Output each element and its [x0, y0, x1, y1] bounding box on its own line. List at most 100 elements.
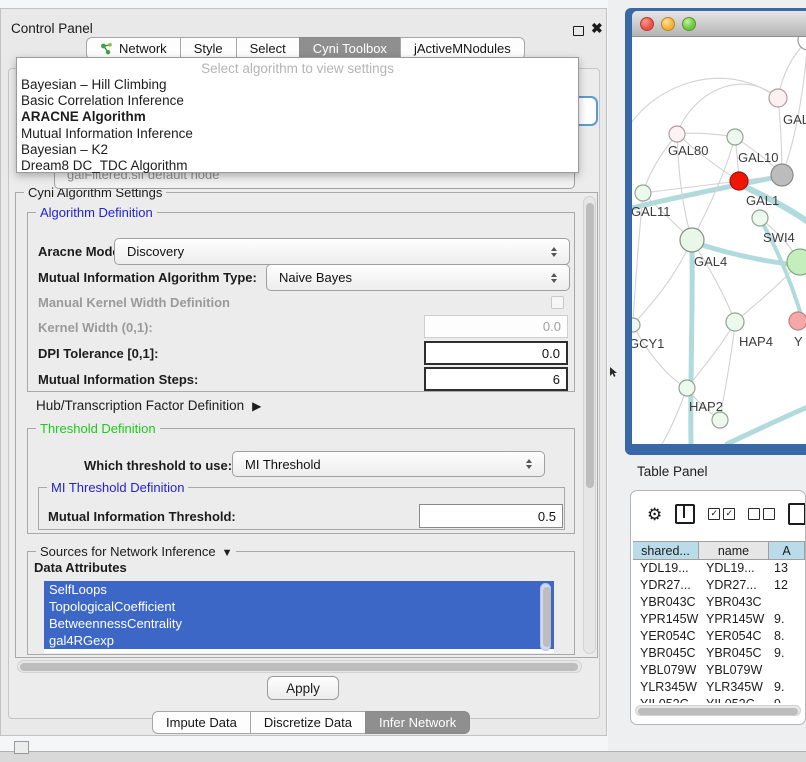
- table-row[interactable]: YER054CYER054C8.: [633, 628, 805, 645]
- table-hscrollbar-thumb[interactable]: [638, 708, 798, 715]
- threshold-definition-title: Threshold Definition: [36, 421, 160, 436]
- table-cell: YDL19...: [633, 560, 699, 577]
- network-node-gal1[interactable]: [730, 172, 748, 190]
- network-node-gal4[interactable]: [680, 228, 704, 252]
- table-row[interactable]: YIL052CYIL052C9: [633, 696, 805, 703]
- table-row[interactable]: YBR043CYBR043C: [633, 594, 805, 611]
- tab-label: Select: [250, 41, 286, 56]
- column-header-name[interactable]: name: [699, 542, 769, 559]
- tab-label: Infer Network: [379, 715, 456, 730]
- network-window-titlebar[interactable]: [632, 11, 806, 37]
- tab-label: Style: [194, 41, 223, 56]
- attribute-topologicalcoefficient[interactable]: TopologicalCoefficient: [44, 598, 554, 615]
- data-attributes-list[interactable]: SelfLoopsTopologicalCoefficientBetweenne…: [44, 581, 554, 653]
- combo-spinner-icon: [551, 273, 557, 283]
- table-row[interactable]: YBL079WYBL079W: [633, 662, 805, 679]
- node-label-gal1: GAL1: [746, 193, 779, 208]
- network-canvas[interactable]: GALGAL80GAL10GAL1GAL11SWI4GAL4GCY1HAP4YH…: [632, 37, 806, 444]
- table-cell: YPR145W: [699, 611, 769, 628]
- network-node-gal10[interactable]: [727, 129, 743, 145]
- gear-icon[interactable]: ⚙: [647, 506, 662, 523]
- table-export-icon[interactable]: [788, 503, 806, 525]
- mi-threshold-field[interactable]: [419, 504, 563, 528]
- attribute-gal4rgexp[interactable]: gal4RGexp: [44, 632, 554, 649]
- table-rows: YDL19...YDL19...13YDR27...YDR27...12YBR0…: [633, 560, 805, 703]
- select-all-checks-icon[interactable]: ✓✓: [708, 508, 735, 520]
- dropdown-item-aracne-algorithm[interactable]: ARACNE Algorithm: [17, 109, 578, 125]
- node-label-gal10: GAL10: [738, 150, 778, 165]
- dropdown-item-dream8-dc-tdc-algorithm[interactable]: Dream8 DC_TDC Algorithm: [17, 158, 578, 174]
- close-icon[interactable]: ✖: [591, 20, 603, 37]
- network-node-hap2[interactable]: [679, 380, 695, 396]
- close-traffic-light[interactable]: [640, 17, 654, 31]
- attributes-list-scrollbar[interactable]: [540, 583, 551, 651]
- collapse-down-icon[interactable]: ▼: [222, 547, 233, 559]
- table-horizontal-scrollbar[interactable]: [635, 705, 801, 716]
- network-node-gal80[interactable]: [669, 126, 685, 142]
- network-node-gal11[interactable]: [635, 185, 651, 201]
- network-nodes: GALGAL80GAL10GAL1GAL11SWI4GAL4GCY1HAP4YH…: [632, 37, 806, 428]
- column-header-a[interactable]: A: [769, 542, 805, 559]
- network-node-gcy1[interactable]: [632, 318, 640, 332]
- sources-title[interactable]: Sources for Network Inference▼: [36, 544, 236, 561]
- minimize-traffic-light[interactable]: [661, 17, 675, 31]
- dpi-tolerance-field[interactable]: [424, 341, 568, 365]
- kernel-width-label: Kernel Width (0,1):: [38, 320, 153, 335]
- table-row[interactable]: YDL19...YDL19...13: [633, 560, 805, 577]
- dropdown-item-basic-correlation-inference[interactable]: Basic Correlation Inference: [17, 93, 578, 109]
- dpi-tolerance-label: DPI Tolerance [0,1]:: [38, 346, 158, 361]
- manual-kernel-width-checkbox[interactable]: [551, 296, 564, 309]
- dropdown-item-bayesian-k2[interactable]: Bayesian – K2: [17, 142, 578, 158]
- aracne-mode-value: Discovery: [127, 244, 184, 259]
- minimized-panel-icon[interactable]: [14, 741, 29, 754]
- network-node-gal[interactable]: [769, 89, 787, 107]
- tab-impute-data[interactable]: Impute Data: [152, 711, 251, 734]
- table-row[interactable]: YDR27...YDR27...12: [633, 577, 805, 594]
- network-node[interactable]: [771, 164, 793, 186]
- bottom-strip: [0, 751, 806, 762]
- dropdown-item-bayesian-hill-climbing[interactable]: Bayesian – Hill Climbing: [17, 77, 578, 93]
- network-node[interactable]: [798, 37, 806, 50]
- zoom-traffic-light[interactable]: [682, 17, 696, 31]
- network-icon: [100, 42, 113, 55]
- settings-hscrollbar-thumb[interactable]: [20, 663, 578, 671]
- table-cell: YIL052C: [633, 696, 699, 703]
- attribute-selfloops[interactable]: SelfLoops: [44, 581, 554, 598]
- kernel-width-field[interactable]: [424, 315, 568, 338]
- tab-discretize-data[interactable]: Discretize Data: [250, 711, 366, 734]
- attribute-betweennesscentrality[interactable]: BetweennessCentrality: [44, 615, 554, 632]
- mi-steps-field[interactable]: [424, 367, 568, 391]
- aracne-mode-combo[interactable]: Discovery: [114, 238, 570, 265]
- table-cell: YBL079W: [633, 662, 699, 679]
- data-attributes-label: Data Attributes: [34, 560, 127, 575]
- which-threshold-combo[interactable]: MI Threshold: [232, 451, 545, 477]
- table-header-row: shared...nameA: [633, 541, 805, 560]
- mi-algorithm-type-combo[interactable]: Naive Bayes: [266, 264, 570, 291]
- apply-button[interactable]: Apply: [267, 676, 339, 700]
- network-node-swi4[interactable]: [752, 210, 768, 226]
- tab-infer-network[interactable]: Infer Network: [365, 711, 470, 734]
- float-window-icon[interactable]: [573, 26, 584, 36]
- table-row[interactable]: YBR045CYBR045C9.: [633, 645, 805, 662]
- settings-horizontal-scrollbar[interactable]: [17, 660, 582, 673]
- network-node-y[interactable]: [789, 312, 806, 330]
- column-header-shared[interactable]: shared...: [633, 542, 699, 559]
- attributes-scrollbar-thumb[interactable]: [543, 587, 551, 647]
- columns-icon[interactable]: [675, 504, 695, 524]
- table-cell: YBR043C: [699, 594, 769, 611]
- network-node[interactable]: [787, 249, 806, 275]
- deselect-all-checks-icon[interactable]: [748, 508, 775, 520]
- network-node-hap4[interactable]: [726, 313, 744, 331]
- settings-scrollbar-thumb[interactable]: [586, 203, 594, 488]
- table-cell: YDR27...: [633, 577, 699, 594]
- dropdown-item-mutual-information-inference[interactable]: Mutual Information Inference: [17, 126, 578, 142]
- hub-transcription-factor-section[interactable]: Hub/Transcription Factor Definition▶: [36, 398, 261, 413]
- table-cell: 9: [769, 696, 805, 703]
- expand-right-icon[interactable]: ▶: [252, 399, 261, 413]
- settings-vertical-scrollbar[interactable]: [583, 196, 596, 654]
- table-cell: YDR27...: [699, 577, 769, 594]
- which-threshold-value: MI Threshold: [245, 457, 321, 472]
- table-row[interactable]: YPR145WYPR145W9.: [633, 611, 805, 628]
- network-node[interactable]: [712, 412, 728, 428]
- table-row[interactable]: YLR345WYLR345W9.: [633, 679, 805, 696]
